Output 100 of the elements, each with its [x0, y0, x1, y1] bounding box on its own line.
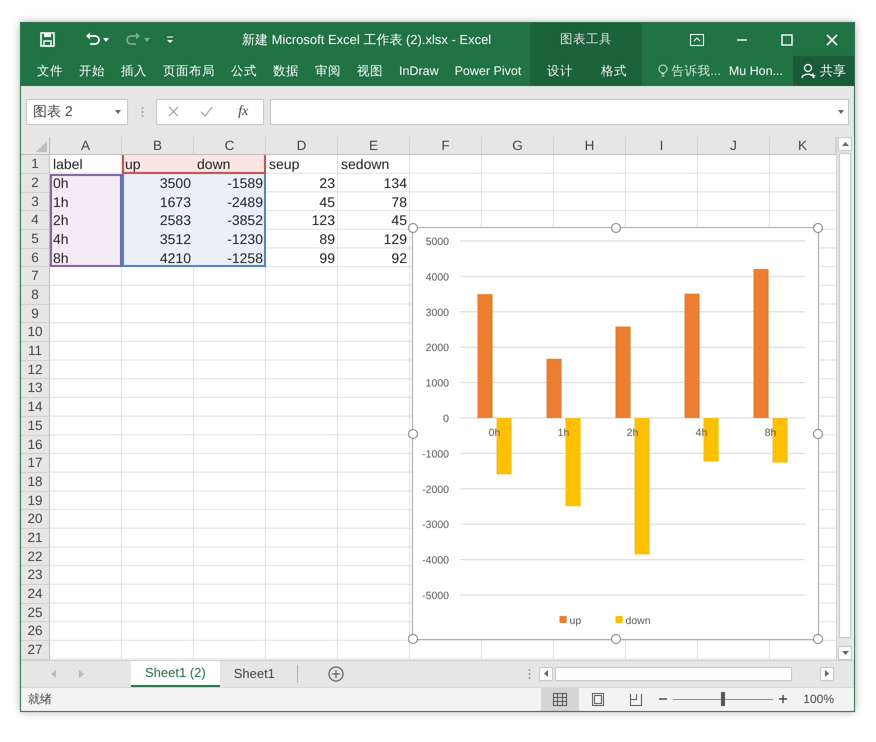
caret-icon	[838, 110, 844, 114]
axis-tick-label: 0	[443, 413, 449, 426]
row-header[interactable]: 21	[21, 528, 50, 548]
scrollbar-thumb[interactable]	[839, 153, 851, 638]
resize-handle[interactable]	[408, 634, 418, 644]
user-name[interactable]: Mu Hon...	[728, 64, 783, 78]
table-cell: -1230	[194, 230, 266, 249]
row-header[interactable]: 24	[21, 585, 50, 604]
row-header[interactable]: 12	[21, 360, 50, 380]
row-header[interactable]: 7	[21, 267, 50, 286]
column-header[interactable]: G	[482, 137, 554, 154]
plus-circle-icon	[328, 666, 344, 682]
zoom-level[interactable]: 100%	[803, 692, 834, 706]
enter-button[interactable]	[200, 106, 213, 118]
row-header[interactable]: 16	[21, 436, 50, 454]
minimize-icon	[736, 38, 746, 40]
row-header[interactable]: 2	[21, 174, 50, 193]
scrollbar-thumb[interactable]	[555, 666, 792, 681]
row-header[interactable]: 27	[21, 641, 50, 660]
row-header[interactable]: 3	[21, 192, 50, 212]
row-header[interactable]: 5	[21, 230, 50, 249]
ribbon-tab[interactable]: 插入	[114, 60, 154, 82]
ribbon-tab[interactable]: 审阅	[308, 60, 348, 82]
table-cell: 8h	[50, 248, 122, 268]
column-header[interactable]: I	[626, 137, 698, 154]
ribbon-tab[interactable]: InDraw	[392, 61, 446, 81]
cancel-button[interactable]	[168, 106, 179, 118]
sheet-tab[interactable]: Sheet1 (2)	[131, 660, 220, 687]
row-header[interactable]: 9	[21, 304, 50, 324]
resize-handle[interactable]	[610, 223, 620, 234]
resize-handle[interactable]	[610, 634, 620, 644]
ribbon-tab[interactable]: 页面布局	[156, 60, 222, 82]
scroll-down-button[interactable]	[838, 646, 852, 660]
row-header[interactable]: 22	[21, 548, 50, 566]
column-header[interactable]: D	[266, 137, 338, 154]
row-header[interactable]: 18	[21, 472, 50, 492]
ribbon-tab[interactable]: 设计	[540, 60, 580, 82]
formula-input[interactable]	[270, 98, 849, 125]
column-header[interactable]: F	[410, 137, 482, 154]
column-header[interactable]: C	[194, 137, 266, 154]
ribbon-tab[interactable]: Power Pivot	[448, 61, 528, 81]
customize-icon	[166, 36, 174, 44]
ribbon-tab[interactable]: 公式	[224, 60, 264, 82]
tell-me-field[interactable]: 告诉我...	[656, 60, 723, 82]
resize-handle[interactable]	[813, 634, 823, 644]
row-header[interactable]: 1	[21, 155, 50, 174]
column-header[interactable]: A	[50, 137, 122, 154]
add-sheet-button[interactable]	[328, 666, 344, 682]
row-header[interactable]: 6	[21, 248, 50, 268]
save-button[interactable]	[37, 29, 58, 50]
name-box[interactable]: 图表 2	[26, 98, 128, 125]
row-header[interactable]: 25	[21, 604, 50, 622]
row-header[interactable]: 8	[21, 286, 50, 305]
table-cell: -1258	[194, 248, 266, 268]
grip-icon	[140, 106, 144, 118]
row-header[interactable]: 23	[21, 566, 50, 586]
scroll-right-button[interactable]	[820, 666, 834, 681]
ribbon-tab[interactable]: 开始	[72, 60, 112, 82]
grip-icon[interactable]	[528, 668, 531, 680]
zoom-slider-thumb[interactable]	[721, 692, 726, 706]
customize-button[interactable]	[164, 34, 176, 46]
left-arrow-icon	[544, 670, 548, 678]
insert-function-button[interactable]: fx	[234, 104, 252, 120]
row-header[interactable]: 17	[21, 454, 50, 473]
row-header[interactable]: 13	[21, 379, 50, 398]
row-header[interactable]: 19	[21, 492, 50, 510]
row-header[interactable]: 26	[21, 622, 50, 642]
column-header[interactable]: J	[698, 137, 770, 154]
column-header[interactable]: E	[338, 137, 410, 154]
share-button[interactable]: 共享	[793, 56, 854, 86]
ribbon-tab[interactable]: 数据	[266, 60, 306, 82]
resize-handle[interactable]	[408, 428, 418, 439]
axis-tick-label: 4000	[426, 272, 449, 284]
resize-handle[interactable]	[408, 223, 418, 234]
sheet-tab[interactable]: Sheet1	[220, 660, 289, 687]
table-cell: -1589	[194, 174, 266, 193]
row-header[interactable]: 11	[21, 342, 50, 361]
row-header[interactable]: 10	[21, 323, 50, 342]
table-cell-text: 99	[318, 248, 336, 268]
resize-handle[interactable]	[813, 223, 823, 234]
ribbon-tab[interactable]: 格式	[594, 60, 634, 82]
view-button[interactable]	[541, 688, 580, 711]
ribbon-display-icon	[690, 34, 704, 46]
table-cell: -2489	[194, 192, 266, 212]
row-header[interactable]: 14	[21, 398, 50, 417]
table-cell-text: seup	[268, 155, 300, 174]
maximize-icon	[780, 34, 792, 46]
ribbon-tab[interactable]: 文件	[30, 60, 70, 82]
table-cell-text: 23	[318, 174, 336, 193]
column-header[interactable]: H	[554, 137, 626, 154]
row-header[interactable]: 15	[21, 416, 50, 436]
row-header[interactable]: 20	[21, 510, 50, 529]
ribbon-tab[interactable]: 视图	[350, 60, 390, 82]
column-header[interactable]: B	[122, 137, 194, 154]
caret-icon	[103, 38, 109, 42]
scroll-up-button[interactable]	[838, 137, 852, 152]
row-header[interactable]: 4	[21, 211, 50, 230]
table-cell: up	[122, 155, 194, 174]
resize-handle[interactable]	[813, 428, 823, 439]
scroll-left-button[interactable]	[539, 666, 553, 681]
